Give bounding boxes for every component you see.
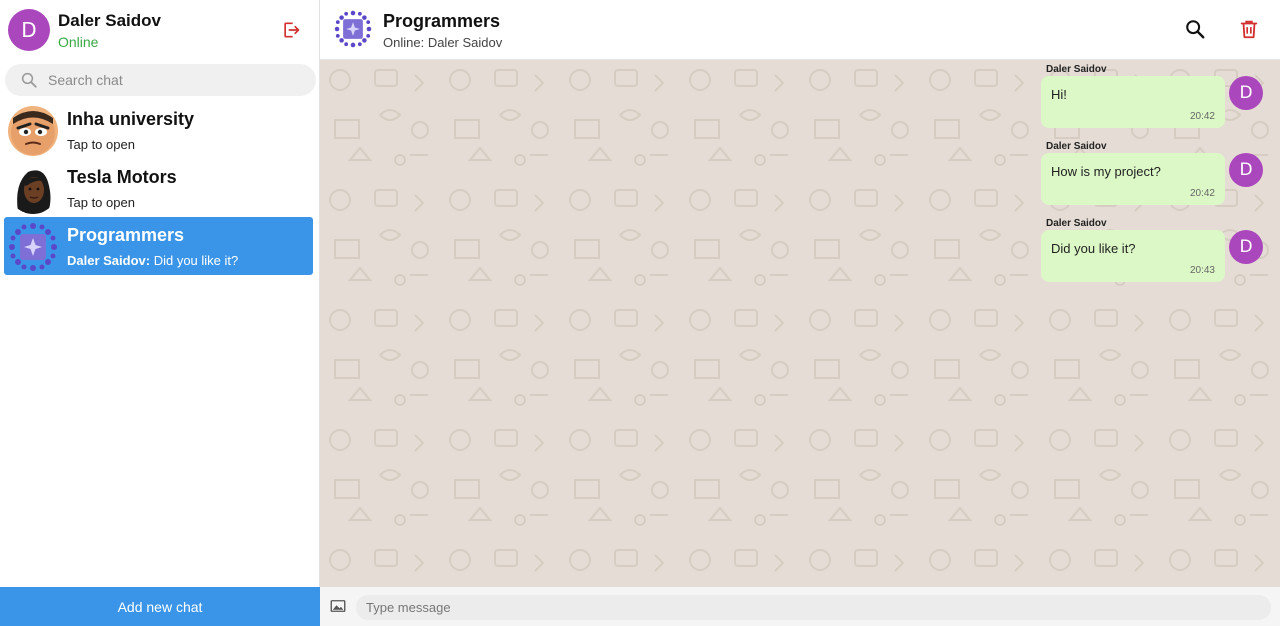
user-status: Online (58, 34, 99, 50)
sidebar: D Daler Saidov Online Inha university Ta… (0, 0, 320, 626)
chat-subtitle: Tap to open (67, 195, 135, 210)
search-icon[interactable] (1184, 18, 1206, 40)
search-icon (21, 72, 37, 88)
user-name: Daler Saidov (58, 11, 161, 30)
programmers-group-icon (9, 223, 57, 271)
chat-item-programmers[interactable]: Programmers Daler Saidov: Did you like i… (4, 217, 313, 275)
chat-last-message: Daler Saidov: Did you like it? (67, 253, 238, 268)
message-text: Did you like it? (1051, 241, 1136, 256)
message-time: 20:42 (1189, 188, 1215, 199)
chat-title: Tesla Motors (67, 167, 177, 187)
message-item: Daler Saidov Did you like it? 20:43 D (320, 214, 1280, 292)
message-time: 20:42 (1189, 111, 1215, 122)
logout-icon[interactable] (281, 20, 301, 40)
search-bar (5, 64, 316, 96)
message-sender: Daler Saidov (1046, 218, 1107, 229)
sender-avatar[interactable]: D (1229, 153, 1263, 187)
chat-item-tesla-motors[interactable]: Tesla Motors Tap to open (4, 159, 313, 217)
sender-avatar[interactable]: D (1229, 230, 1263, 264)
chat-title: Programmers (67, 225, 185, 245)
profile-header: D Daler Saidov Online (0, 0, 320, 60)
message-input[interactable] (356, 595, 1271, 620)
chat-title: Programmers (383, 11, 501, 31)
search-input[interactable] (48, 64, 303, 96)
message-sender: Daler Saidov (1046, 141, 1107, 152)
chat-header: Programmers Online: Daler Saidov (320, 0, 1280, 60)
user-avatar[interactable]: D (8, 9, 50, 51)
last-message-sender: Daler Saidov: (67, 253, 151, 268)
message-sender: Daler Saidov (1046, 64, 1107, 75)
online-label: Online: (383, 35, 425, 50)
trash-icon[interactable] (1238, 18, 1260, 40)
message-text: Hi! (1051, 87, 1067, 102)
message-time: 20:43 (1189, 265, 1215, 276)
message-composer (320, 587, 1280, 626)
online-status: Online: Daler Saidov (383, 35, 502, 50)
image-icon[interactable] (329, 597, 347, 615)
chat-item-inha-university[interactable]: Inha university Tap to open (4, 101, 313, 159)
woman-avatar (8, 164, 58, 214)
chat-subtitle: Tap to open (67, 137, 135, 152)
chat-title: Inha university (67, 109, 195, 129)
message-item: Daler Saidov How is my project? 20:42 D (320, 137, 1280, 215)
programmers-group-icon[interactable] (334, 10, 372, 48)
message-text: How is my project? (1051, 164, 1161, 179)
message-item: Daler Saidov Hi! 20:42 D (320, 60, 1280, 138)
sender-avatar[interactable]: D (1229, 76, 1263, 110)
message-area[interactable]: Daler Saidov Hi! 20:42 D Daler Saidov Ho… (320, 60, 1280, 587)
message-bubble[interactable]: How is my project? 20:42 (1041, 153, 1225, 205)
last-message-text: Did you like it? (150, 253, 239, 268)
message-bubble[interactable]: Did you like it? 20:43 (1041, 230, 1225, 282)
chat-panel: Programmers Online: Daler Saidov Daler S… (320, 0, 1280, 626)
cartoon-face-avatar (8, 106, 58, 156)
message-bubble[interactable]: Hi! 20:42 (1041, 76, 1225, 128)
add-new-chat-button[interactable]: Add new chat (0, 587, 320, 626)
online-user: Daler Saidov (424, 35, 503, 50)
